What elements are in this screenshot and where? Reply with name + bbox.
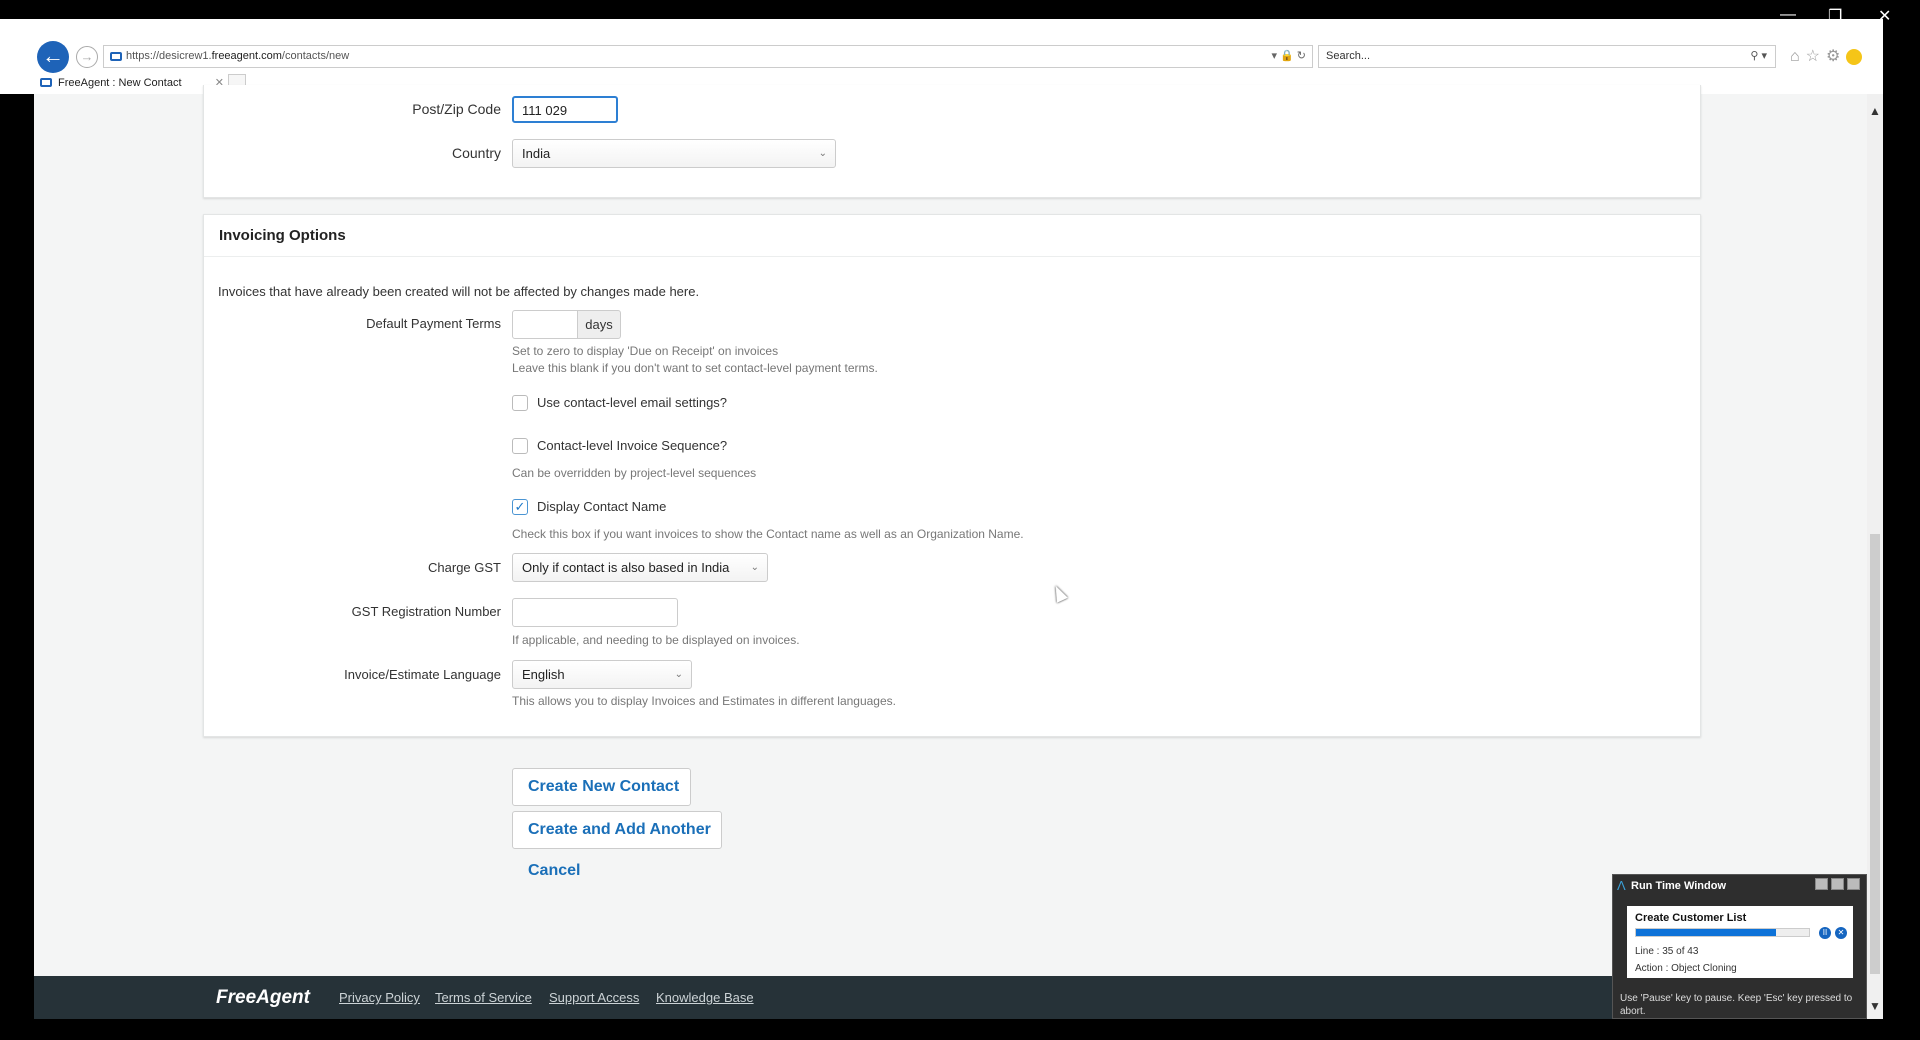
display-contact-name-checkbox[interactable]: ✓ bbox=[512, 499, 528, 515]
scroll-up-icon[interactable]: ▲ bbox=[1869, 104, 1881, 118]
scrollbar-thumb[interactable] bbox=[1870, 534, 1880, 974]
gst-registration-help: If applicable, and needing to be display… bbox=[512, 633, 800, 647]
task-name: Create Customer List bbox=[1635, 912, 1747, 924]
task-panel: Create Customer List II ✕ Line : 35 of 4… bbox=[1627, 906, 1853, 978]
charge-gst-select[interactable]: Only if contact is also based in India ⌄ bbox=[512, 553, 768, 582]
chevron-down-icon: ⌄ bbox=[750, 562, 759, 573]
support-access-link[interactable]: Support Access bbox=[549, 990, 639, 1005]
tab-title: FreeAgent : New Contact bbox=[58, 77, 182, 89]
ie-page-icon bbox=[110, 52, 122, 61]
language-select[interactable]: English ⌄ bbox=[512, 660, 692, 689]
address-bar[interactable]: https://desicrew1.freeagent.com/contacts… bbox=[103, 45, 1313, 68]
url-domain: freeagent.com bbox=[211, 50, 282, 62]
line-status: Line : 35 of 43 bbox=[1635, 946, 1699, 957]
action-status: Action : Object Cloning bbox=[1635, 963, 1737, 974]
postcode-input[interactable]: 111 029 bbox=[512, 96, 618, 123]
search-input[interactable]: Search... ⚲ ▾ bbox=[1318, 45, 1776, 68]
tab-favicon bbox=[40, 78, 52, 87]
gst-registration-label: GST Registration Number bbox=[351, 604, 501, 619]
feedback-smiley-icon[interactable] bbox=[1846, 48, 1863, 65]
pause-icon[interactable]: II bbox=[1819, 927, 1831, 939]
country-value: India bbox=[522, 146, 551, 161]
task-progress-bar bbox=[1635, 928, 1810, 937]
privacy-policy-link[interactable]: Privacy Policy bbox=[339, 990, 420, 1005]
language-help: This allows you to display Invoices and … bbox=[512, 694, 896, 708]
favorites-star-icon[interactable]: ☆ bbox=[1806, 48, 1826, 65]
browser-toolbar: ⌂☆⚙ bbox=[1790, 46, 1863, 66]
payment-terms-help-2: Leave this blank if you don't want to se… bbox=[512, 361, 878, 375]
url-prefix: https://desicrew1. bbox=[126, 50, 212, 62]
page-scrollbar[interactable]: ▲ ▼ bbox=[1867, 94, 1883, 1019]
search-placeholder: Search... bbox=[1326, 50, 1371, 62]
postcode-label: Post/Zip Code bbox=[412, 101, 501, 117]
country-label: Country bbox=[451, 145, 501, 161]
lock-refresh-icons[interactable]: ▾ 🔒 ↻ bbox=[1271, 46, 1306, 67]
run-time-note: Use 'Pause' key to pause. Keep 'Esc' key… bbox=[1620, 993, 1853, 1017]
checkmark-icon: ✓ bbox=[514, 499, 526, 514]
payment-terms-input[interactable] bbox=[512, 310, 578, 339]
invoice-sequence-checkbox[interactable] bbox=[512, 438, 528, 454]
charge-gst-label: Charge GST bbox=[428, 560, 501, 575]
chevron-down-icon: ⌄ bbox=[674, 669, 683, 680]
invoice-sequence-help: Can be overridden by project-level seque… bbox=[512, 466, 757, 480]
language-label: Invoice/Estimate Language bbox=[344, 667, 501, 682]
close-icon[interactable] bbox=[1847, 878, 1860, 890]
back-button[interactable]: ← bbox=[37, 41, 69, 73]
home-icon[interactable]: ⌂ bbox=[1790, 48, 1806, 65]
settings-gear-icon[interactable]: ⚙ bbox=[1826, 48, 1846, 65]
chevron-down-icon: ⌄ bbox=[818, 148, 827, 159]
payment-terms-label: Default Payment Terms bbox=[366, 316, 501, 331]
invoice-sequence-label: Contact-level Invoice Sequence? bbox=[537, 438, 728, 453]
browser-tab[interactable]: FreeAgent : New Contact ✕ bbox=[34, 74, 224, 94]
freeagent-logo[interactable]: FreeAgent bbox=[216, 987, 310, 1009]
section-title: Invoicing Options bbox=[219, 227, 346, 244]
charge-gst-value: Only if contact is also based in India bbox=[522, 560, 730, 575]
cancel-link[interactable]: Cancel bbox=[528, 862, 580, 880]
display-contact-name-label: Display Contact Name bbox=[537, 499, 667, 514]
days-addon: days bbox=[577, 310, 621, 339]
display-contact-name-help: Check this box if you want invoices to s… bbox=[512, 527, 1024, 541]
gst-registration-input[interactable] bbox=[512, 598, 678, 627]
create-new-contact-button[interactable]: Create New Contact bbox=[512, 768, 691, 806]
scroll-down-icon[interactable]: ▼ bbox=[1869, 999, 1881, 1013]
language-value: English bbox=[522, 667, 565, 682]
footer: FreeAgent Privacy Policy Terms of Servic… bbox=[34, 976, 1867, 1019]
progress-fill bbox=[1636, 929, 1777, 936]
run-time-window-title: Run Time Window bbox=[1631, 880, 1727, 892]
forward-button[interactable]: → bbox=[76, 46, 98, 68]
invoicing-info: Invoices that have already been created … bbox=[218, 284, 700, 299]
stop-icon[interactable]: ✕ bbox=[1835, 927, 1847, 939]
email-settings-label: Use contact-level email settings? bbox=[537, 395, 728, 410]
card-header: Invoicing Options bbox=[204, 215, 1700, 257]
minimize-icon[interactable] bbox=[1815, 878, 1828, 890]
payment-terms-help: Set to zero to display 'Due on Receipt' … bbox=[512, 344, 779, 358]
country-select[interactable]: India ⌄ bbox=[512, 139, 836, 168]
maximize-icon[interactable] bbox=[1831, 878, 1844, 890]
email-settings-checkbox[interactable] bbox=[512, 395, 528, 411]
automation-logo-icon: Λ bbox=[1617, 878, 1626, 893]
search-icon[interactable]: ⚲ ▾ bbox=[1750, 46, 1767, 67]
terms-of-service-link[interactable]: Terms of Service bbox=[435, 990, 532, 1005]
knowledge-base-link[interactable]: Knowledge Base bbox=[656, 990, 754, 1005]
url-path: /contacts/new bbox=[281, 50, 350, 62]
run-time-window: Λ Run Time Window Create Customer List I… bbox=[1612, 874, 1867, 1019]
create-and-add-another-button[interactable]: Create and Add Another bbox=[512, 811, 722, 849]
